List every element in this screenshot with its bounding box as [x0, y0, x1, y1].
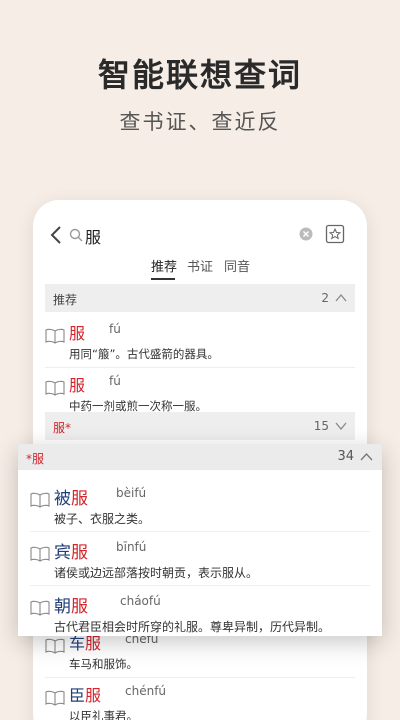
tab-homophone[interactable]: 同音 [224, 256, 250, 275]
tab-recommend[interactable]: 推荐 [151, 256, 177, 275]
section-header-recommend[interactable]: 推荐 2 [45, 284, 355, 312]
book-icon [30, 492, 50, 508]
list-item[interactable]: 宾服 bīnfú 诸侯或边远部落按时朝贡，表示服从。 [30, 532, 370, 586]
book-icon [30, 546, 50, 562]
entry-word: 朝服 [54, 597, 88, 617]
list-item[interactable]: 朝服 cháofú 古代君臣相会时所穿的礼服。尊卑异制，历代异制。 [30, 586, 370, 640]
tab-bar: 推荐 书证 同音 [33, 256, 367, 280]
entry-definition: 用同“箙”。古代盛箭的器具。 [69, 347, 219, 361]
list-item[interactable]: 服 fú 用同“箙”。古代盛箭的器具。 [45, 314, 355, 368]
section-count: 2 [321, 291, 329, 305]
section-count: 15 [313, 419, 329, 433]
entry-word: 宾服 [54, 543, 88, 563]
clear-icon[interactable] [299, 227, 313, 241]
expanded-section-popup: *服 34 被服 bèifú 被子、衣服之类。 宾服 bīnfú 诸侯或边远部落… [18, 444, 382, 636]
chevron-up-icon [335, 293, 347, 302]
book-icon [45, 638, 65, 654]
entry-pinyin: bèifú [116, 486, 147, 500]
section-header-fu-prefix[interactable]: 服* 15 [45, 412, 355, 440]
list-item[interactable]: 臣服 chénfú 以臣礼事君。 [45, 676, 355, 720]
tab-book-evidence[interactable]: 书证 [187, 256, 213, 275]
chevron-up-icon [360, 453, 373, 461]
list-item[interactable]: 被服 bèifú 被子、衣服之类。 [30, 478, 370, 532]
entry-word: 服 [69, 324, 86, 343]
section-label: 服* [53, 421, 72, 435]
search-bar: 服 [33, 222, 367, 248]
entry-pinyin: fú [109, 322, 121, 336]
entry-pinyin: bīnfú [116, 540, 147, 554]
chevron-down-icon [335, 422, 347, 431]
section-label: *服 [26, 452, 45, 466]
entry-definition: 古代君臣相会时所穿的礼服。尊卑异制，历代异制。 [54, 620, 331, 634]
search-icon [69, 228, 83, 242]
active-tab-indicator [151, 278, 175, 280]
book-icon [30, 600, 50, 616]
entry-definition: 诸侯或边远部落按时朝贡，表示服从。 [54, 566, 259, 580]
entry-word: 被服 [54, 489, 88, 509]
section-count: 34 [337, 449, 354, 464]
entry-pinyin: chénfú [125, 684, 167, 698]
search-input[interactable]: 服 [85, 224, 101, 248]
entry-definition: 以臣礼事君。 [69, 709, 138, 720]
entry-word: 服 [69, 376, 86, 395]
book-icon [45, 690, 65, 706]
entry-pinyin: cháofú [120, 594, 161, 608]
entry-word: 臣服 [69, 686, 102, 705]
entry-definition: 车马和服饰。 [69, 657, 138, 671]
back-arrow-icon[interactable] [47, 224, 65, 246]
section-label: 推荐 [53, 293, 78, 307]
book-icon [45, 380, 65, 396]
entry-definition: 被子、衣服之类。 [54, 512, 151, 526]
book-icon [45, 328, 65, 344]
bookmark-star-icon[interactable] [325, 224, 345, 244]
entry-pinyin: fú [109, 374, 121, 388]
promo-headline: 智能联想查词 [97, 56, 302, 94]
section-header-fu-suffix[interactable]: *服 34 [18, 444, 382, 470]
promo-subline: 查书证、查近反 [119, 110, 281, 134]
